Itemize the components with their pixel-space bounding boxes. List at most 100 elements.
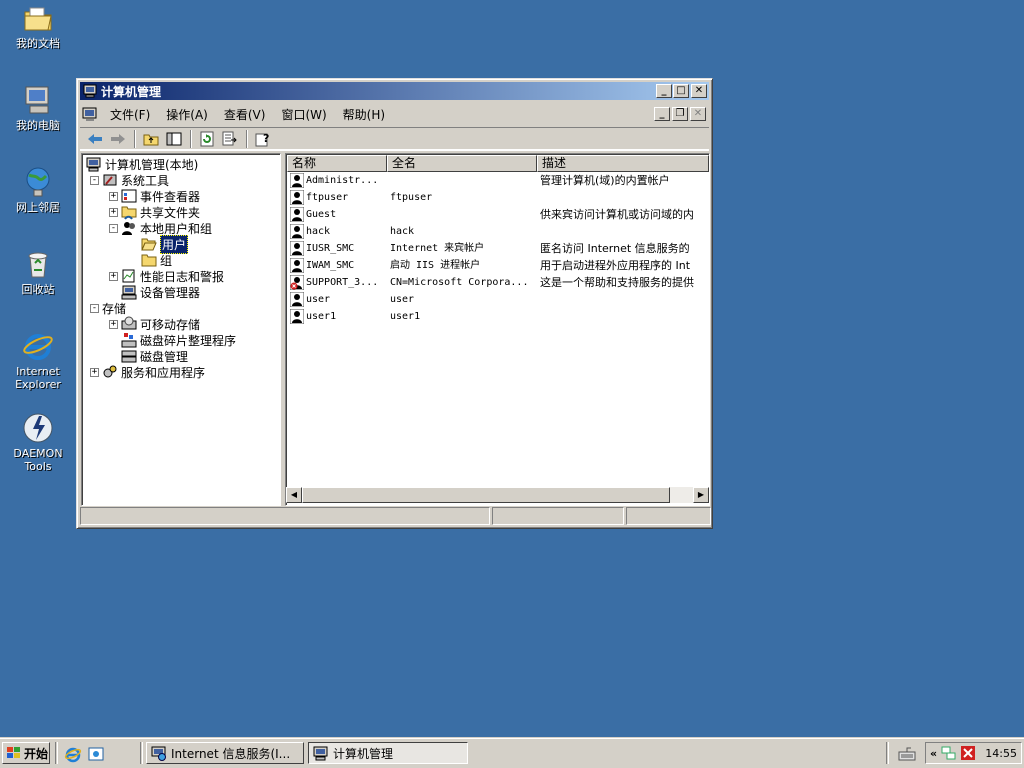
desktop-icon-daemon-tools[interactable]: DAEMON Tools bbox=[0, 412, 76, 473]
user-name: hack bbox=[306, 226, 331, 237]
tray-keyboard-button[interactable] bbox=[898, 745, 916, 763]
collapse-toggle[interactable]: - bbox=[90, 175, 99, 185]
back-button[interactable] bbox=[84, 129, 106, 149]
user-description: 用于启动进程外应用程序的 Int bbox=[540, 259, 691, 272]
menu-action[interactable]: 操作(A) bbox=[158, 106, 216, 123]
refresh-button[interactable] bbox=[196, 129, 218, 149]
system-tray: « 14:55 bbox=[925, 742, 1022, 764]
desktop-icon-recycle-bin[interactable]: 回收站 bbox=[0, 248, 76, 296]
system-tools-icon bbox=[103, 174, 117, 186]
tray-chevron-button[interactable]: « bbox=[930, 747, 937, 760]
daemon-tools-icon bbox=[22, 412, 54, 444]
menu-file[interactable]: 文件(F) bbox=[102, 106, 158, 123]
recycle-bin-icon bbox=[22, 248, 54, 280]
tree-item-performance-logs[interactable]: + 性能日志和警报 bbox=[109, 268, 224, 284]
tree-item-event-viewer[interactable]: + 事件查看器 bbox=[109, 188, 200, 204]
tree-label: 计算机管理(本地) bbox=[105, 157, 199, 172]
menu-view[interactable]: 查看(V) bbox=[216, 106, 274, 123]
user-row[interactable]: IWAM_SMC 启动 IIS 进程帐户 用于启动进程外应用程序的 Int bbox=[288, 257, 708, 274]
tree-label: 共享文件夹 bbox=[140, 205, 201, 220]
user-row[interactable]: Guest 供来宾访问计算机或访问域的内 bbox=[288, 206, 708, 223]
child-close-button[interactable]: ✕ bbox=[690, 107, 706, 121]
column-header-name[interactable]: 名称 bbox=[287, 155, 387, 172]
user-fullname: CN=Microsoft Corpora... bbox=[390, 277, 529, 288]
forward-button[interactable] bbox=[107, 129, 129, 149]
expand-toggle[interactable]: + bbox=[109, 207, 118, 217]
scroll-right-button[interactable]: ▶ bbox=[693, 487, 709, 503]
title-bar[interactable]: 计算机管理 _ □ ✕ bbox=[80, 82, 709, 100]
menu-window[interactable]: 窗口(W) bbox=[273, 106, 334, 123]
toolbar-separator bbox=[134, 130, 136, 148]
user-row[interactable]: SUPPORT_3... CN=Microsoft Corpora... 这是一… bbox=[288, 274, 708, 291]
tree-item-device-manager[interactable]: 设备管理器 bbox=[121, 284, 200, 300]
user-description: 供来宾访问计算机或访问域的内 bbox=[540, 208, 694, 221]
user-row[interactable]: ftpuser ftpuser bbox=[288, 189, 708, 206]
keyboard-icon bbox=[898, 747, 916, 761]
user-row[interactable]: hack hack bbox=[288, 223, 708, 240]
tree-item-services-applications[interactable]: + 服务和应用程序 bbox=[90, 364, 205, 380]
mmc-document-icon bbox=[82, 107, 97, 121]
desktop-icon-label: 我的文档 bbox=[16, 37, 60, 50]
task-button-iis[interactable]: Internet 信息服务(I... bbox=[146, 742, 304, 764]
tray-separator bbox=[886, 742, 889, 764]
quicklaunch-show-desktop-button[interactable] bbox=[87, 745, 105, 763]
user-row[interactable]: user1 user1 bbox=[288, 308, 708, 325]
user-account-icon bbox=[290, 258, 304, 273]
user-row[interactable]: user user bbox=[288, 291, 708, 308]
tree-item-disk-defragmenter[interactable]: 磁盘碎片整理程序 bbox=[121, 332, 236, 348]
minimize-button[interactable]: _ bbox=[656, 84, 672, 98]
task-button-computer-management[interactable]: 计算机管理 bbox=[308, 742, 468, 764]
desktop-icon-network-places[interactable]: 网上邻居 bbox=[0, 166, 76, 214]
user-account-icon bbox=[290, 190, 304, 205]
column-header-description[interactable]: 描述 bbox=[537, 155, 709, 172]
desktop-icon-my-documents[interactable]: 我的文档 bbox=[0, 2, 76, 50]
scrollbar-thumb[interactable] bbox=[302, 487, 670, 503]
my-documents-icon bbox=[22, 2, 54, 34]
user-row[interactable]: IUSR_SMC Internet 来宾帐户 匿名访问 Internet 信息服… bbox=[288, 240, 708, 257]
expand-toggle[interactable]: + bbox=[109, 271, 118, 281]
scroll-left-button[interactable]: ◀ bbox=[286, 487, 302, 503]
user-account-icon bbox=[290, 241, 304, 256]
close-button[interactable]: ✕ bbox=[691, 84, 707, 98]
quicklaunch-ie-button[interactable] bbox=[64, 745, 82, 763]
user-row[interactable]: Administr... 管理计算机(域)的内置帐户 bbox=[288, 172, 708, 189]
expand-toggle[interactable]: + bbox=[109, 319, 118, 329]
child-restore-button[interactable]: ❐ bbox=[672, 107, 688, 121]
window-title: 计算机管理 bbox=[101, 84, 162, 99]
collapse-toggle[interactable]: - bbox=[109, 223, 118, 233]
services-applications-icon bbox=[103, 365, 117, 378]
clock[interactable]: 14:55 bbox=[985, 747, 1017, 760]
horizontal-scrollbar[interactable]: ◀ ▶ bbox=[286, 487, 709, 503]
task-label: Internet 信息服务(I... bbox=[171, 746, 291, 761]
tree-item-system-tools[interactable]: - 系统工具 bbox=[90, 172, 169, 188]
tree-item-removable-storage[interactable]: + 可移动存储 bbox=[109, 316, 200, 332]
show-hide-tree-button[interactable] bbox=[163, 129, 185, 149]
maximize-button[interactable]: □ bbox=[673, 84, 689, 98]
tree-item-users[interactable]: 用户 bbox=[141, 234, 189, 254]
desktop-icon-internet-explorer[interactable]: Internet Explorer bbox=[0, 330, 76, 391]
user-description: 匿名访问 Internet 信息服务的 bbox=[540, 242, 690, 255]
tree-item-groups[interactable]: 组 bbox=[141, 252, 172, 268]
up-level-button[interactable] bbox=[140, 129, 162, 149]
performance-logs-icon bbox=[122, 269, 135, 283]
start-button[interactable]: 开始 bbox=[2, 742, 50, 764]
security-alert-icon[interactable] bbox=[960, 745, 976, 761]
network-connection-icon[interactable] bbox=[941, 745, 957, 761]
column-header-fullname[interactable]: 全名 bbox=[387, 155, 537, 172]
expand-toggle[interactable]: + bbox=[109, 191, 118, 201]
status-bar bbox=[80, 507, 711, 525]
tree-item-shared-folders[interactable]: + 共享文件夹 bbox=[109, 204, 200, 220]
help-button[interactable]: ? bbox=[252, 129, 274, 149]
event-viewer-icon bbox=[121, 189, 137, 203]
export-list-button[interactable] bbox=[219, 129, 241, 149]
console-tree: 计算机管理(本地) - 系统工具 + 事件查看器 + 共享文件夹 - 本地用户和… bbox=[81, 153, 281, 506]
tree-item-disk-management[interactable]: 磁盘管理 bbox=[121, 348, 188, 364]
desktop-icon-label: 网上邻居 bbox=[16, 201, 60, 214]
child-minimize-button[interactable]: _ bbox=[654, 107, 670, 121]
menu-help[interactable]: 帮助(H) bbox=[335, 106, 393, 123]
tree-item-storage[interactable]: - 存储 bbox=[90, 300, 126, 316]
desktop-icon-my-computer[interactable]: 我的电脑 bbox=[0, 84, 76, 132]
tree-item-computer-management[interactable]: 计算机管理(本地) bbox=[86, 156, 198, 172]
collapse-toggle[interactable]: - bbox=[90, 303, 99, 313]
expand-toggle[interactable]: + bbox=[90, 367, 99, 377]
